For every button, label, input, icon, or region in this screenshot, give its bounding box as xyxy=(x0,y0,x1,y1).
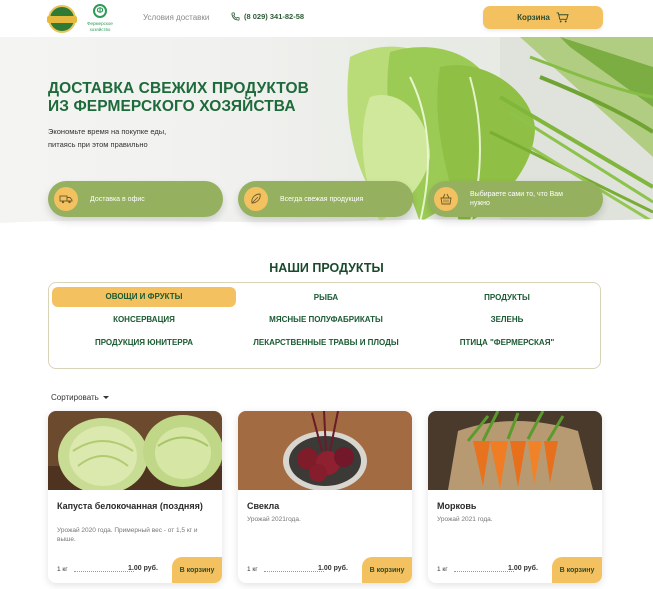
category-tab-vegetables[interactable]: ОВОЩИ И ФРУКТЫ xyxy=(52,287,236,307)
product-unit: 1 кг xyxy=(57,566,68,573)
product-card[interactable]: Капуста белокочанная (поздняя) Урожай 20… xyxy=(48,411,222,583)
feature-choose: Выбираете сами то, что Вам нужно xyxy=(428,181,603,217)
products-title: НАШИ ПРОДУКТЫ xyxy=(269,261,384,275)
price-dots xyxy=(74,571,134,572)
leaf-icon xyxy=(244,187,268,211)
category-tab-meat[interactable]: МЯСНЫЕ ПОЛУФАБРИКАТЫ xyxy=(234,313,418,327)
category-tab-poultry[interactable]: ПТИЦА "ФЕРМЕРСКАЯ" xyxy=(415,336,599,350)
logo-emblem-icon: Ф xyxy=(93,4,107,18)
truck-icon xyxy=(54,187,78,211)
cart-label: Корзина xyxy=(517,13,550,22)
product-description: Урожай 2020 года. Примерный вес - от 1,5… xyxy=(57,527,198,543)
cart-icon xyxy=(556,12,569,23)
product-price: 1.00 руб. xyxy=(318,565,348,572)
price-dots xyxy=(454,571,514,572)
beet-image[interactable] xyxy=(238,411,412,490)
product-name[interactable]: Свекла xyxy=(247,501,407,512)
product-description: Урожай 2021 года. xyxy=(437,516,493,523)
logo2-line2: хозяйство xyxy=(89,27,111,32)
product-card[interactable]: Морковь Урожай 2021 года. 1 кг 1.00 руб.… xyxy=(428,411,602,583)
product-unit: 1 кг xyxy=(437,566,448,573)
category-tab-preserves[interactable]: КОНСЕРВАЦИЯ xyxy=(52,313,236,327)
chevron-down-icon xyxy=(102,396,109,399)
feature-label: Всегда свежая продукция xyxy=(280,195,364,203)
phone-link[interactable]: (8 029) 341-82-58 xyxy=(231,12,304,21)
category-tab-uniterra[interactable]: ПРОДУКЦИЯ ЮНИТЕРРА xyxy=(52,336,236,350)
category-tab-greens[interactable]: ЗЕЛЕНЬ xyxy=(415,313,599,327)
product-card[interactable]: Свекла Урожай 2021года. 1 кг 1.00 руб. В… xyxy=(238,411,412,583)
cart-button[interactable]: Корзина xyxy=(483,6,603,29)
delivery-terms-link[interactable]: Условия доставки xyxy=(143,13,209,22)
category-filter: ОВОЩИ И ФРУКТЫ РЫБА ПРОДУКТЫ КОНСЕРВАЦИЯ… xyxy=(48,282,601,369)
sort-label: Сортировать xyxy=(51,393,99,402)
feature-label: Доставка в офис xyxy=(90,195,145,203)
hero-subtitle: Экономьте время на покупке еды, питаясь … xyxy=(48,127,167,149)
basket-icon xyxy=(434,187,458,211)
feature-fresh: Всегда свежая продукция xyxy=(238,181,413,217)
farm-logo[interactable] xyxy=(47,5,77,33)
add-to-cart-button[interactable]: В корзину xyxy=(172,557,222,583)
product-description: Урожай 2021года. xyxy=(247,516,301,523)
add-to-cart-button[interactable]: В корзину xyxy=(552,557,602,583)
site-header: Ф Фермерское хозяйство Условия доставки … xyxy=(0,0,653,37)
cabbage-image[interactable] xyxy=(48,411,222,490)
add-to-cart-button[interactable]: В корзину xyxy=(362,557,412,583)
carrot-image[interactable] xyxy=(428,411,602,490)
price-dots xyxy=(264,571,324,572)
category-tab-fish[interactable]: РЫБА xyxy=(234,291,418,305)
phone-icon xyxy=(231,12,240,21)
product-name[interactable]: Капуста белокочанная (поздняя) xyxy=(57,501,217,512)
feature-delivery: Доставка в офис xyxy=(48,181,223,217)
category-tab-groceries[interactable]: ПРОДУКТЫ xyxy=(415,291,599,305)
product-name[interactable]: Морковь xyxy=(437,501,597,512)
logo2-line1: Фермерское xyxy=(87,21,113,26)
feature-label: Выбираете сами то, что Вам нужно xyxy=(470,191,563,207)
product-price: 1.00 руб. xyxy=(128,565,158,572)
farm-logo-secondary[interactable]: Ф Фермерское хозяйство xyxy=(85,4,115,34)
phone-number: (8 029) 341-82-58 xyxy=(244,12,305,21)
product-unit: 1 кг xyxy=(247,566,258,573)
hero-title: ДОСТАВКА СВЕЖИХ ПРОДУКТОВ ИЗ ФЕРМЕРСКОГО… xyxy=(48,80,309,115)
logo-ribbon xyxy=(47,16,77,23)
category-tab-herbs[interactable]: ЛЕКАРСТВЕННЫЕ ТРАВЫ И ПЛОДЫ xyxy=(249,336,403,350)
product-price: 1.00 руб. xyxy=(508,565,538,572)
sort-dropdown[interactable]: Сортировать xyxy=(51,393,109,402)
